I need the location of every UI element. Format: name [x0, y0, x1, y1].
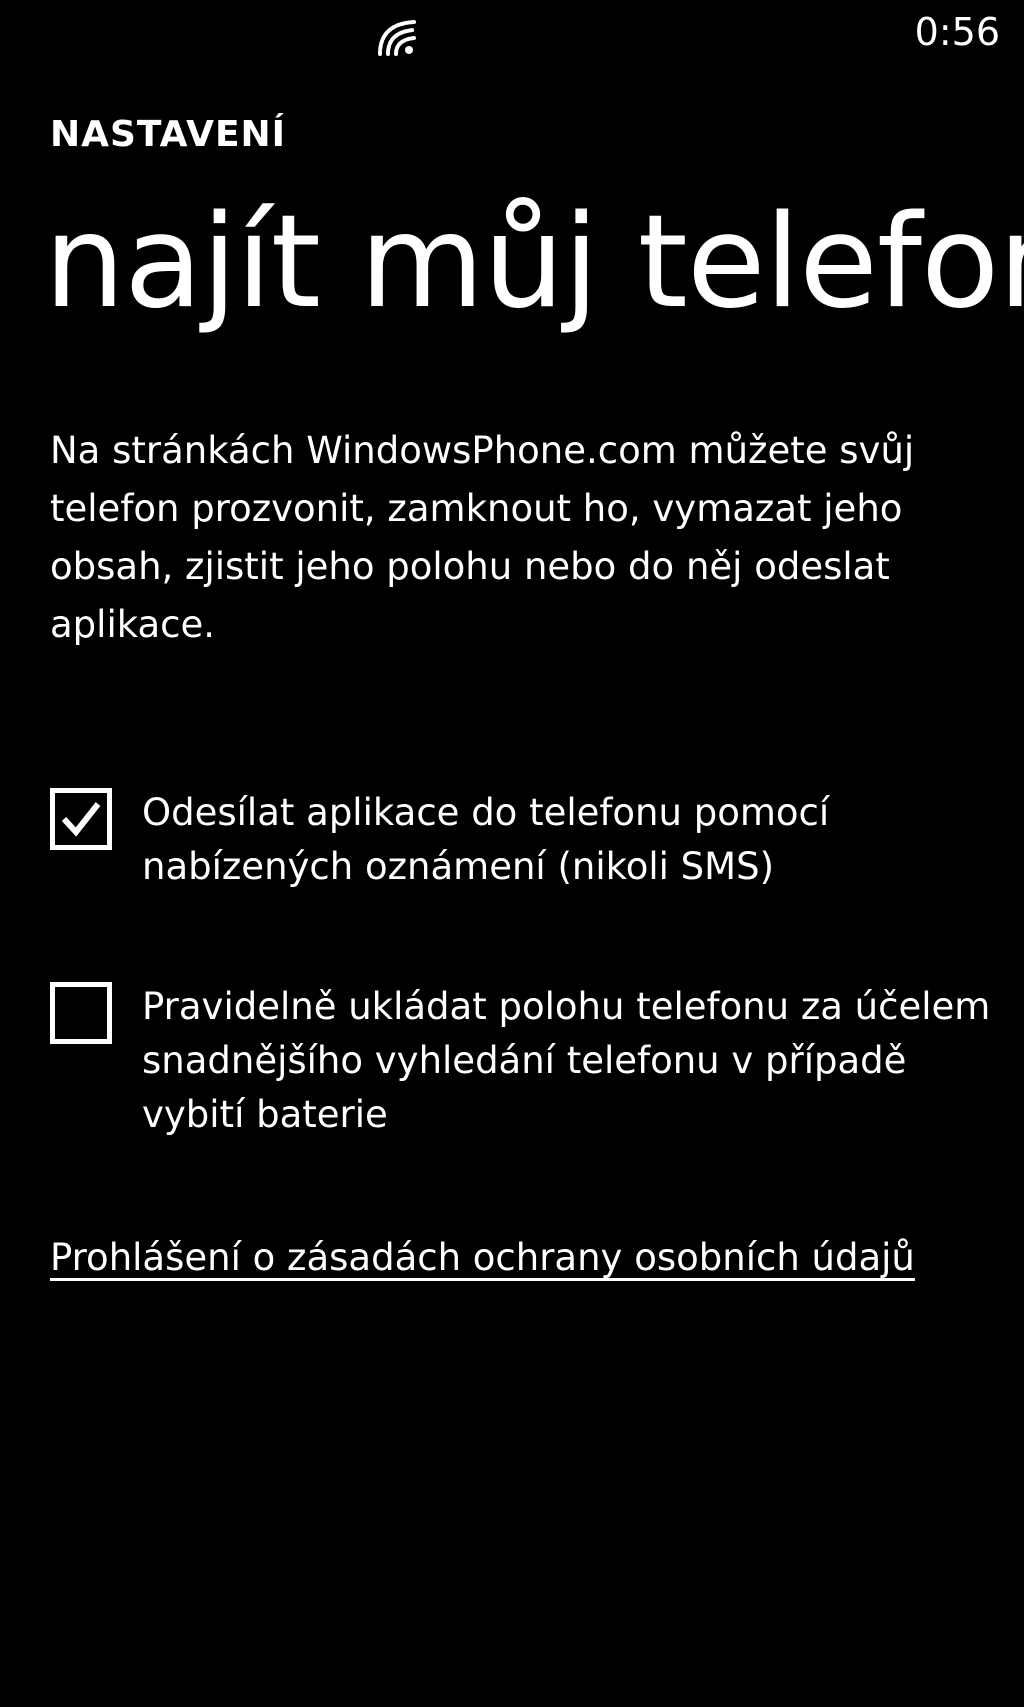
push-notifications-checkbox[interactable]: [50, 788, 112, 850]
save-location-checkbox[interactable]: [50, 982, 112, 1044]
status-bar: 0:56: [0, 0, 1024, 70]
checkmark-icon: [61, 802, 101, 837]
status-clock: 0:56: [914, 10, 1000, 54]
app-title: NASTAVENÍ: [50, 114, 287, 155]
page-title: najít můj telefon: [44, 188, 1024, 337]
push-notifications-label[interactable]: Odesílat aplikace do telefonu pomocí nab…: [142, 786, 992, 894]
privacy-statement-link[interactable]: Prohlášení o zásadách ochrany osobních ú…: [50, 1228, 950, 1288]
description-text: Na stránkách WindowsPhone.com můžete svů…: [50, 429, 915, 646]
save-location-label[interactable]: Pravidelně ukládat polohu telefonu za úč…: [142, 980, 992, 1142]
option-save-location[interactable]: Pravidelně ukládat polohu telefonu za úč…: [50, 980, 1000, 1142]
wifi-icon: [376, 18, 418, 56]
option-push-notifications[interactable]: Odesílat aplikace do telefonu pomocí nab…: [50, 786, 1000, 894]
